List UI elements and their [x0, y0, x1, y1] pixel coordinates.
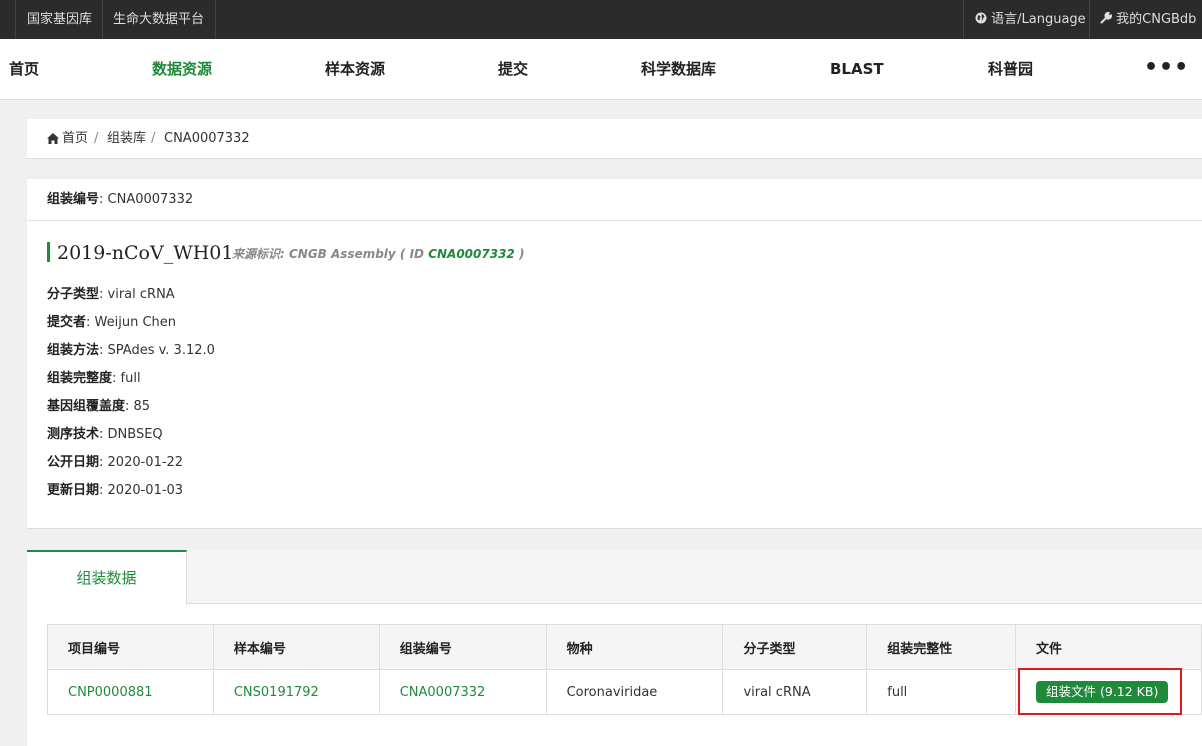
topbar-divider	[215, 0, 216, 39]
field-value: SPAdes v. 3.12.0	[107, 343, 215, 358]
col-species: 物种	[545, 624, 724, 670]
source-suffix: )	[514, 247, 525, 261]
field-label: 组装完整度	[47, 371, 113, 386]
home-icon	[47, 133, 59, 144]
table-header-row: 项目编号 样本编号 组装编号 物种 分子类型 组装完整性 文件	[47, 624, 1202, 670]
link-national-genebank[interactable]: 国家基因库	[27, 0, 92, 39]
col-completeness: 组装完整性	[866, 624, 1017, 670]
project-id-link[interactable]: CNP0000881	[68, 685, 153, 700]
assembly-id-value: CNA0007332	[107, 192, 194, 207]
topbar-divider	[1089, 0, 1090, 39]
my-cngbdb-link[interactable]: 我的CNGBdb	[1100, 0, 1196, 39]
breadcrumb-separator: /	[94, 131, 99, 146]
breadcrumb-assembly-db[interactable]: 组装库	[107, 119, 146, 159]
cell-molecule-type: viral cRNA	[722, 669, 868, 715]
cell-project-id: CNP0000881	[47, 669, 214, 715]
field-value: 2020-01-03	[107, 483, 184, 498]
language-label: 语言/Language	[991, 12, 1086, 27]
col-project-id: 项目编号	[47, 624, 214, 670]
breadcrumb-home[interactable]: 首页	[62, 119, 88, 159]
nav-home[interactable]: 首页	[9, 39, 39, 100]
assembly-id-label: 组装编号	[47, 192, 100, 207]
source-id-link[interactable]: CNA0007332	[428, 247, 515, 261]
cell-completeness: full	[866, 669, 1017, 715]
field-label: 分子类型	[47, 287, 100, 302]
breadcrumb-current: CNA0007332	[164, 131, 250, 146]
breadcrumb: 首页 / 组装库 / CNA0007332	[27, 119, 1202, 159]
topbar-divider	[102, 0, 103, 39]
field-release-date: 公开日期: 2020-01-22	[47, 455, 184, 470]
col-molecule-type: 分子类型	[722, 624, 868, 670]
field-value: full	[120, 371, 141, 386]
language-switch[interactable]: 语言/Language	[975, 0, 1086, 39]
field-submitter: 提交者: Weijun Chen	[47, 315, 177, 330]
page-title: 2019-nCoV_WH01	[57, 242, 234, 264]
highlight-box	[1018, 668, 1182, 715]
breadcrumb-separator: /	[151, 131, 156, 146]
field-value: DNBSEQ	[107, 427, 163, 442]
field-label: 组装方法	[47, 343, 100, 358]
field-value: Weijun Chen	[94, 315, 177, 330]
field-update-date: 更新日期: 2020-01-03	[47, 483, 184, 498]
title-accent-bar	[47, 242, 50, 262]
assembly-id-row: 组装编号: CNA0007332	[27, 179, 1202, 221]
field-assembly-method: 组装方法: SPAdes v. 3.12.0	[47, 343, 215, 358]
cell-assembly-id: CNA0007332	[378, 669, 547, 715]
source-prefix: 来源标识: CNGB Assembly ( ID	[232, 247, 429, 261]
field-label: 测序技术	[47, 427, 100, 442]
col-file: 文件	[1015, 624, 1202, 670]
assembly-id: 组装编号: CNA0007332	[47, 192, 194, 207]
tab-bar: 组装数据	[27, 550, 1202, 605]
field-value: 85	[133, 399, 151, 414]
field-label: 公开日期	[47, 455, 100, 470]
assembly-detail-panel: 组装编号: CNA0007332 2019-nCoV_WH01 来源标识: CN…	[27, 179, 1202, 529]
col-sample-id: 样本编号	[212, 624, 380, 670]
nav-sample-resources[interactable]: 样本资源	[325, 39, 385, 100]
nav-popular-science[interactable]: 科普园	[988, 39, 1033, 100]
sample-id-link[interactable]: CNS0191792	[234, 685, 319, 700]
field-assembly-completeness: 组装完整度: full	[47, 371, 141, 386]
nav-science-databases[interactable]: 科学数据库	[641, 39, 716, 100]
assembly-data-panel: 组装数据 项目编号 样本编号 组装编号 物种 分子类型 组装完整性 文件 CNP…	[27, 550, 1202, 746]
main-nav: 首页 数据资源 样本资源 提交 科学数据库 BLAST 科普园 •••	[0, 39, 1202, 100]
field-molecule-type: 分子类型: viral cRNA	[47, 287, 175, 302]
assembly-id-link[interactable]: CNA0007332	[400, 685, 486, 700]
field-sequencing-tech: 测序技术: DNBSEQ	[47, 427, 163, 442]
field-value: 2020-01-22	[107, 455, 184, 470]
nav-data-resources[interactable]: 数据资源	[152, 39, 212, 100]
topbar-divider	[963, 0, 964, 39]
field-label: 基因组覆盖度	[47, 399, 126, 414]
field-value: viral cRNA	[107, 287, 175, 302]
account-label: 我的CNGBdb	[1116, 12, 1197, 27]
nav-submit[interactable]: 提交	[498, 39, 528, 100]
cell-sample-id: CNS0191792	[212, 669, 380, 715]
nav-blast[interactable]: BLAST	[830, 39, 884, 100]
globe-icon	[975, 12, 987, 24]
field-label: 更新日期	[47, 483, 100, 498]
wrench-icon	[1100, 12, 1112, 24]
field-genome-coverage: 基因组覆盖度: 85	[47, 399, 151, 414]
tab-assembly-data[interactable]: 组装数据	[27, 550, 187, 605]
top-bar: 国家基因库 生命大数据平台 语言/Language 我的CNGBdb	[0, 0, 1202, 39]
link-life-bigdata-platform[interactable]: 生命大数据平台	[113, 0, 204, 39]
cell-species: Coronaviridae	[545, 669, 724, 715]
field-label: 提交者	[47, 315, 87, 330]
more-menu-icon[interactable]: •••	[1144, 39, 1189, 100]
source-identifier: 来源标识: CNGB Assembly ( ID CNA0007332 )	[232, 246, 524, 262]
col-assembly-id: 组装编号	[378, 624, 547, 670]
topbar-divider	[15, 0, 16, 39]
